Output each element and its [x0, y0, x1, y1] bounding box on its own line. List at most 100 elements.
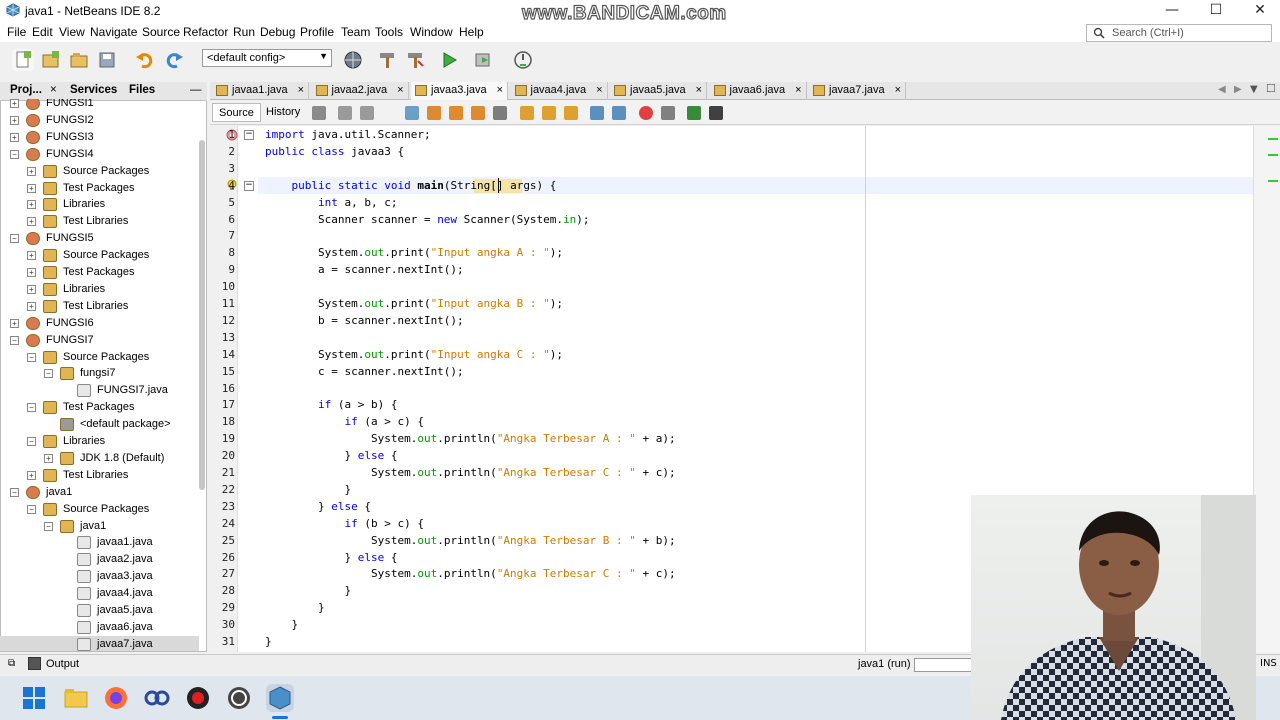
- editor-tab[interactable]: javaa2.java ×: [312, 82, 409, 100]
- tree-item[interactable]: − Libraries: [0, 433, 199, 450]
- code-line[interactable]: }: [265, 601, 325, 614]
- find-icon[interactable]: [405, 106, 419, 120]
- menu-window[interactable]: Window: [410, 25, 453, 39]
- collapse-icon[interactable]: −: [10, 335, 19, 345]
- menu-run[interactable]: Run: [233, 25, 255, 39]
- undo-icon[interactable]: [134, 49, 156, 71]
- expand-icon[interactable]: +: [10, 115, 19, 125]
- minimize-button[interactable]: —: [1150, 0, 1194, 22]
- code-line[interactable]: System.out.print("Input angka B : ");: [265, 297, 563, 310]
- tree-item[interactable]: javaa6.java: [0, 619, 199, 636]
- editor-tab[interactable]: javaa4.java ×: [511, 82, 608, 100]
- expand-icon[interactable]: +: [27, 284, 36, 294]
- code-line[interactable]: import java.util.Scanner;: [265, 128, 431, 141]
- stop-macro-icon[interactable]: [661, 106, 675, 120]
- selection-search-icon[interactable]: [493, 106, 507, 120]
- code-line[interactable]: public class javaa3 {: [265, 145, 404, 158]
- toggle-bookmark-icon[interactable]: [564, 106, 578, 120]
- app-link-icon[interactable]: [143, 684, 171, 712]
- bandicam-record-icon[interactable]: [184, 684, 212, 712]
- tree-item[interactable]: + Test Libraries: [0, 213, 199, 230]
- code-line[interactable]: } else {: [265, 500, 371, 513]
- menu-view[interactable]: View: [59, 25, 85, 39]
- maximize-button[interactable]: ☐: [1194, 0, 1238, 22]
- back-icon[interactable]: [338, 106, 352, 120]
- code-line[interactable]: }: [265, 635, 272, 648]
- tree-item[interactable]: − Test Packages: [0, 399, 199, 416]
- expand-icon[interactable]: +: [10, 318, 19, 328]
- search-input[interactable]: Search (Ctrl+I): [1086, 24, 1272, 42]
- code-line[interactable]: if (a > b) {: [265, 398, 397, 411]
- menu-team[interactable]: Team: [341, 25, 370, 39]
- menu-refactor[interactable]: Refactor: [183, 25, 228, 39]
- netbeans-taskbar-icon[interactable]: [266, 684, 294, 712]
- tab-services[interactable]: Services: [70, 84, 117, 96]
- close-tab-icon[interactable]: ×: [895, 82, 901, 99]
- menu-file[interactable]: File: [7, 25, 26, 39]
- windows-start-icon[interactable]: [20, 684, 48, 712]
- expand-icon[interactable]: +: [10, 132, 19, 142]
- expand-icon[interactable]: +: [27, 200, 36, 210]
- code-line[interactable]: } else {: [265, 551, 397, 564]
- expand-icon[interactable]: +: [27, 166, 36, 176]
- tree-item[interactable]: + FUNGSI3: [0, 129, 199, 146]
- editor-tab[interactable]: javaa3.java ×: [411, 82, 508, 100]
- collapse-icon[interactable]: −: [27, 437, 36, 446]
- code-line[interactable]: int a, b, c;: [265, 196, 397, 209]
- code-line[interactable]: public static void main(String[] args) {: [265, 179, 557, 192]
- forward-icon[interactable]: [360, 106, 374, 120]
- restore-icon[interactable]: ⧉: [8, 658, 15, 669]
- tree-item[interactable]: + Source Packages: [0, 247, 199, 264]
- close-tab-icon[interactable]: ×: [397, 82, 403, 99]
- editor-tab[interactable]: javaa5.java ×: [610, 82, 707, 100]
- hammer-icon[interactable]: [376, 49, 398, 71]
- close-tab-icon[interactable]: ×: [596, 82, 602, 99]
- tree-item[interactable]: − FUNGSI5: [0, 230, 199, 247]
- tab-scroll-left-icon[interactable]: ◀: [1218, 84, 1226, 95]
- shift-right-icon[interactable]: [612, 106, 626, 120]
- code-line[interactable]: System.out.print("Input angka A : ");: [265, 246, 563, 259]
- tree-item[interactable]: − FUNGSI7: [0, 332, 199, 349]
- close-window-button[interactable]: ✕: [1238, 0, 1280, 22]
- open-project-icon[interactable]: [68, 49, 90, 71]
- run-icon[interactable]: [438, 49, 460, 71]
- expand-icon[interactable]: +: [27, 183, 36, 193]
- tree-item[interactable]: − java1: [0, 518, 199, 535]
- tree-item[interactable]: − Source Packages: [0, 501, 199, 518]
- tab-projects[interactable]: Proj...: [10, 84, 42, 96]
- collapse-icon[interactable]: −: [27, 403, 36, 413]
- tree-item[interactable]: − Source Packages: [0, 349, 199, 366]
- clean-build-icon[interactable]: [404, 49, 426, 71]
- redo-icon[interactable]: [163, 49, 185, 71]
- menu-profile[interactable]: Profile: [300, 25, 334, 39]
- expand-icon[interactable]: +: [10, 99, 19, 108]
- tab-files[interactable]: Files: [129, 84, 155, 96]
- tree-item[interactable]: − java1: [0, 484, 199, 501]
- expand-icon[interactable]: +: [44, 453, 53, 463]
- tree-item[interactable]: FUNGSI7.java: [0, 382, 199, 399]
- toggle-highlight-icon[interactable]: [471, 106, 485, 120]
- whatsapp-icon[interactable]: [225, 684, 253, 712]
- menu-source[interactable]: Source: [142, 25, 180, 39]
- minimize-panel-icon[interactable]: —: [190, 84, 202, 96]
- tree-item[interactable]: javaa7.java: [0, 635, 199, 651]
- tab-history[interactable]: History: [260, 103, 306, 122]
- shift-left-icon[interactable]: [590, 106, 604, 120]
- expand-icon[interactable]: +: [27, 470, 36, 480]
- close-tab-icon[interactable]: ×: [795, 82, 801, 99]
- code-line[interactable]: System.out.println("Angka Terbesar A : "…: [265, 432, 676, 445]
- tab-maximize-icon[interactable]: ☐: [1266, 82, 1276, 95]
- tree-item[interactable]: + Libraries: [0, 281, 199, 298]
- expand-icon[interactable]: +: [27, 217, 36, 227]
- uncomment-icon[interactable]: [709, 106, 723, 120]
- tree-item[interactable]: + FUNGSI1: [0, 99, 199, 112]
- find-previous-icon[interactable]: [427, 106, 441, 120]
- globe-icon[interactable]: [342, 49, 364, 71]
- tree-item[interactable]: + JDK 1.8 (Default): [0, 450, 199, 467]
- output-label[interactable]: Output: [46, 658, 79, 670]
- expand-icon[interactable]: +: [27, 301, 36, 311]
- tree-item[interactable]: javaa2.java: [0, 551, 199, 568]
- config-select[interactable]: <default config> ▼: [202, 49, 332, 67]
- tree-item[interactable]: + Test Libraries: [0, 298, 199, 315]
- collapse-icon[interactable]: −: [27, 352, 36, 362]
